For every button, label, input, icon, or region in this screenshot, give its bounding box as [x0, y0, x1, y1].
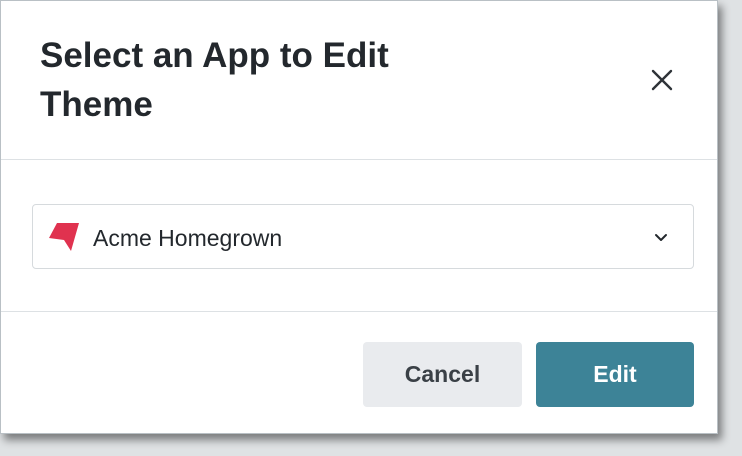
dialog-body: Acme Homegrown [1, 160, 717, 312]
edit-button[interactable]: Edit [536, 342, 694, 407]
close-icon [651, 69, 673, 91]
dialog-title: Select an App to Edit Theme [40, 36, 389, 124]
select-app-dialog: Select an App to Edit Theme Acme Homegro… [0, 0, 718, 434]
chevron-down-icon [655, 234, 667, 241]
close-button[interactable] [645, 63, 679, 97]
app-select-dropdown[interactable]: Acme Homegrown [32, 204, 694, 269]
dialog-header: Select an App to Edit Theme [1, 1, 717, 160]
app-logo-icon [49, 223, 79, 251]
cancel-button[interactable]: Cancel [363, 342, 522, 407]
selected-app-name: Acme Homegrown [93, 225, 283, 251]
